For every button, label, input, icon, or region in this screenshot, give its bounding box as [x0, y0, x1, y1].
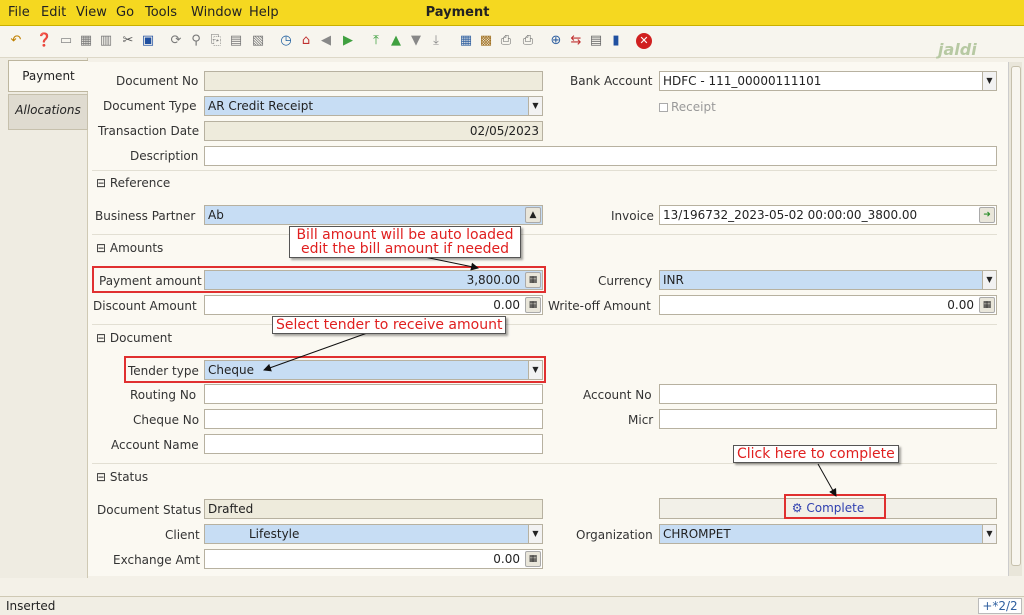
bill-amount-callout-line2: edit the bill amount if needed: [301, 241, 509, 257]
bill-amount-callout: Bill amount will be auto loaded edit the …: [289, 226, 521, 258]
status-bar: Inserted +*2/2: [0, 596, 1024, 615]
complete-callout: Click here to complete: [733, 445, 899, 463]
arrow-to-tender-type: [263, 331, 371, 372]
record-counter[interactable]: +*2/2: [978, 598, 1022, 614]
status-text: Inserted: [6, 599, 56, 613]
arrow-to-complete-button: [817, 463, 837, 497]
annotation-arrows: [263, 252, 837, 497]
tender-callout: Select tender to receive amount: [272, 316, 507, 334]
bill-amount-callout-line1: Bill amount will be auto loaded: [296, 227, 514, 243]
